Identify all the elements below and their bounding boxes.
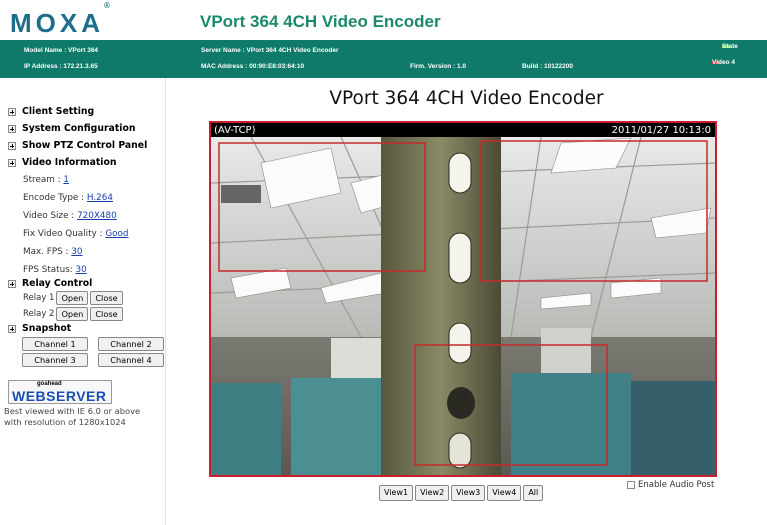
browser-recommendation: Best viewed with IE 6.0 or above with re… (4, 406, 164, 428)
expand-plus-icon (8, 107, 16, 116)
sidebar-item-system-configuration[interactable]: System Configuration (8, 123, 135, 134)
sidebar-item-relay-control[interactable]: Relay Control (8, 278, 92, 289)
view2-button[interactable]: View2 (415, 485, 450, 501)
video-label: Video 4 (712, 58, 736, 66)
audio-label: Enable Audio Post (638, 480, 715, 490)
stream-info: Stream : 1 (23, 175, 69, 185)
video-quality-link[interactable]: Good (105, 229, 128, 239)
expand-plus-icon (8, 124, 16, 133)
view4-button[interactable]: View4 (487, 485, 522, 501)
logo-registered-mark: ® (104, 1, 110, 11)
firmware-version: Firm. Version : 1.0 (410, 63, 466, 70)
encode-type-info: Encode Type : H.264 (23, 193, 113, 203)
sidebar-item-label: Video Information (22, 157, 117, 168)
expand-plus-icon (8, 324, 16, 333)
fps-status-link[interactable]: 30 (76, 265, 87, 275)
page-title: VPort 364 4CH Video Encoder (329, 88, 604, 109)
max-fps-info: Max. FPS : 30 (23, 247, 83, 257)
webserver-logo: goahead WEBSERVER (8, 380, 112, 404)
sidebar: Client Setting System Configuration Show… (0, 78, 166, 525)
model-name: Model Name : VPort 364 (24, 47, 99, 54)
device-info-bar: Model Name : VPort 364 IP Address : 172.… (0, 40, 767, 78)
mac-address: MAC Address : 00:90:E8:03:64:10 (201, 63, 305, 70)
webserver-text: WEBSERVER (12, 388, 107, 404)
relay-2-close-button[interactable]: Close (90, 307, 123, 321)
best-viewed-line-2: with resolution of 1280x1024 (4, 417, 126, 427)
expand-plus-icon (8, 141, 16, 150)
snapshot-channel-buttons: Channel 1 Channel 2 Channel 3 Channel 4 (22, 337, 164, 367)
ip-address: IP Address : 172.21.3.65 (24, 63, 98, 70)
stream-label: Stream : (23, 175, 64, 185)
logo-text: MOXA (10, 8, 104, 38)
relay-2-row: Relay 2 Open Close (23, 307, 123, 321)
view1-button[interactable]: View1 (379, 485, 414, 501)
video-size-link[interactable]: 720X480 (77, 211, 117, 221)
sidebar-item-label: Relay Control (22, 278, 93, 289)
relay-1-open-button[interactable]: Open (56, 291, 89, 305)
sidebar-item-label: Snapshot (22, 323, 72, 334)
sidebar-item-client-setting[interactable]: Client Setting (8, 106, 94, 117)
relay-1-row: Relay 1 Open Close (23, 291, 123, 305)
video-view[interactable]: (AV-TCP) 2011/01/27 10:13:0 (209, 121, 717, 477)
webserver-small-text: goahead (37, 381, 62, 387)
enable-audio-post[interactable]: Enable Audio Post (627, 480, 714, 490)
channel-3-button[interactable]: Channel 3 (22, 353, 88, 367)
relay-1-label: Relay 1 (23, 293, 55, 303)
relay-1-close-button[interactable]: Close (90, 291, 123, 305)
stream-protocol-label: (AV-TCP) (214, 125, 256, 136)
max-fps-link[interactable]: 30 (71, 247, 82, 257)
relay-2-open-button[interactable]: Open (56, 307, 89, 321)
channel-4-button[interactable]: Channel 4 (98, 353, 164, 367)
video-timestamp: 2011/01/27 10:13:0 (611, 125, 711, 136)
state-label: State (722, 42, 738, 50)
max-fps-label: Max. FPS : (23, 247, 72, 257)
top-header: MOXA® VPort 364 4CH Video Encoder (0, 0, 767, 40)
audio-checkbox[interactable] (627, 481, 635, 489)
fps-status-label: FPS Status: (23, 265, 76, 275)
product-title: VPort 364 4CH Video Encoder (200, 12, 441, 31)
sidebar-item-snapshot[interactable]: Snapshot (8, 323, 71, 334)
sidebar-item-video-information[interactable]: Video Information (8, 157, 117, 168)
sidebar-item-label: System Configuration (22, 123, 136, 134)
sidebar-item-label: Client Setting (22, 106, 95, 117)
encode-type-link[interactable]: H.264 (87, 193, 113, 203)
sidebar-item-label: Show PTZ Control Panel (22, 140, 148, 151)
fps-status-info: FPS Status: 30 (23, 265, 87, 275)
video-quality-info: Fix Video Quality : Good (23, 229, 128, 239)
app-window: MOXA® VPort 364 4CH Video Encoder Model … (0, 0, 767, 525)
sidebar-item-ptz-panel[interactable]: Show PTZ Control Panel (8, 140, 147, 151)
relay-2-label: Relay 2 (23, 309, 55, 319)
best-viewed-line-1: Best viewed with IE 6.0 or above (4, 406, 141, 416)
encode-type-label: Encode Type : (23, 193, 87, 203)
video-quality-label: Fix Video Quality : (23, 229, 106, 239)
channel-2-button[interactable]: Channel 2 (98, 337, 164, 351)
channel-1-button[interactable]: Channel 1 (22, 337, 88, 351)
video-frame-image (211, 123, 715, 475)
video-size-info: Video Size : 720X480 (23, 211, 117, 221)
view-buttons: View1 View2 View3 View4 All (379, 485, 544, 501)
view3-button[interactable]: View3 (451, 485, 486, 501)
stream-link[interactable]: 1 (63, 175, 69, 185)
expand-plus-icon (8, 279, 16, 288)
moxa-logo: MOXA® (10, 1, 110, 39)
build-number: Build : 10122200 (522, 63, 573, 70)
video-size-label: Video Size : (23, 211, 78, 221)
server-name: Server Name : VPort 364 4CH Video Encode… (201, 47, 339, 54)
view-all-button[interactable]: All (523, 485, 544, 501)
expand-plus-icon (8, 158, 16, 167)
